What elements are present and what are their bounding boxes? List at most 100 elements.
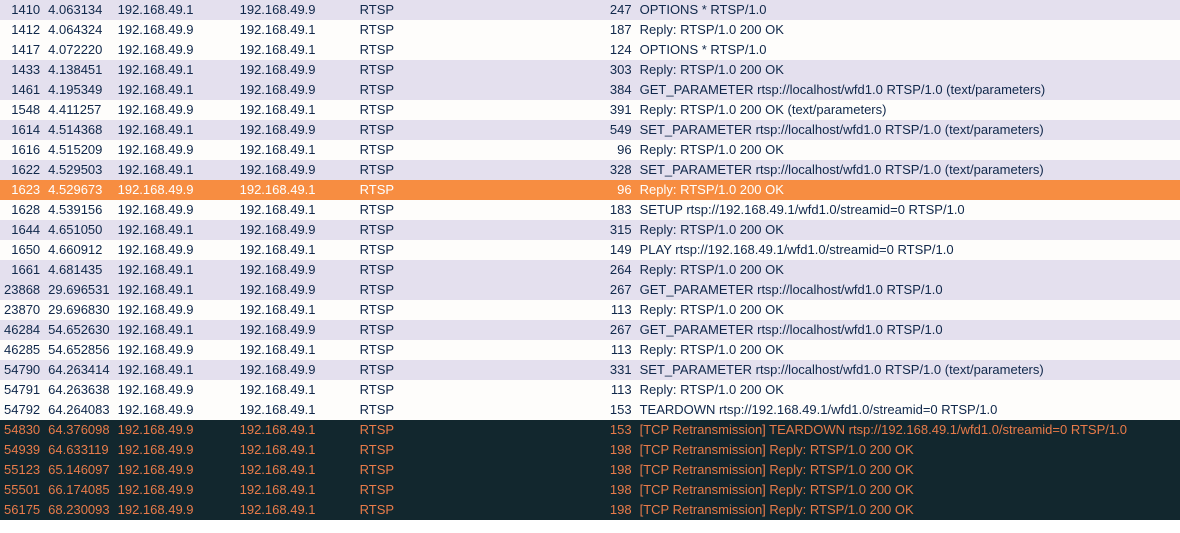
packet-row[interactable]: 5479064.263414192.168.49.1192.168.49.9RT… [0, 360, 1180, 380]
packet-row[interactable]: 2386829.696531192.168.49.1192.168.49.9RT… [0, 280, 1180, 300]
packet-length: 331 [576, 360, 636, 380]
packet-time: 29.696830 [44, 300, 113, 320]
packet-time: 65.146097 [44, 460, 113, 480]
packet-source: 192.168.49.9 [114, 460, 236, 480]
packet-time: 4.411257 [44, 100, 113, 120]
packet-source: 192.168.49.1 [114, 260, 236, 280]
packet-length: 187 [576, 20, 636, 40]
packet-row[interactable]: 14104.063134192.168.49.1192.168.49.9RTSP… [0, 0, 1180, 20]
packet-no: 55123 [0, 460, 44, 480]
packet-destination: 192.168.49.9 [236, 160, 356, 180]
packet-source: 192.168.49.1 [114, 80, 236, 100]
packet-no: 54791 [0, 380, 44, 400]
packet-protocol: RTSP [356, 280, 576, 300]
packet-row[interactable]: 16144.514368192.168.49.1192.168.49.9RTSP… [0, 120, 1180, 140]
packet-destination: 192.168.49.1 [236, 100, 356, 120]
packet-row[interactable]: 16234.529673192.168.49.9192.168.49.1RTSP… [0, 180, 1180, 200]
packet-protocol: RTSP [356, 160, 576, 180]
packet-row[interactable]: 16614.681435192.168.49.1192.168.49.9RTSP… [0, 260, 1180, 280]
packet-protocol: RTSP [356, 80, 576, 100]
packet-row[interactable]: 4628454.652630192.168.49.1192.168.49.9RT… [0, 320, 1180, 340]
packet-protocol: RTSP [356, 220, 576, 240]
packet-protocol: RTSP [356, 360, 576, 380]
packet-list-table[interactable]: 14104.063134192.168.49.1192.168.49.9RTSP… [0, 0, 1180, 520]
packet-protocol: RTSP [356, 380, 576, 400]
packet-source: 192.168.49.1 [114, 280, 236, 300]
packet-info: SETUP rtsp://192.168.49.1/wfd1.0/streami… [636, 200, 1180, 220]
packet-destination: 192.168.49.1 [236, 340, 356, 360]
packet-protocol: RTSP [356, 240, 576, 260]
packet-row[interactable]: 5479264.264083192.168.49.9192.168.49.1RT… [0, 400, 1180, 420]
packet-protocol: RTSP [356, 20, 576, 40]
packet-time: 4.064324 [44, 20, 113, 40]
packet-time: 68.230093 [44, 500, 113, 520]
packet-row[interactable]: 5512365.146097192.168.49.9192.168.49.1RT… [0, 460, 1180, 480]
packet-row[interactable]: 14334.138451192.168.49.1192.168.49.9RTSP… [0, 60, 1180, 80]
packet-source: 192.168.49.9 [114, 180, 236, 200]
packet-time: 64.263414 [44, 360, 113, 380]
packet-row[interactable]: 5550166.174085192.168.49.9192.168.49.1RT… [0, 480, 1180, 500]
packet-protocol: RTSP [356, 0, 576, 20]
packet-info: Reply: RTSP/1.0 200 OK [636, 260, 1180, 280]
packet-no: 1661 [0, 260, 44, 280]
packet-no: 1644 [0, 220, 44, 240]
packet-destination: 192.168.49.9 [236, 60, 356, 80]
packet-info: [TCP Retransmission] TEARDOWN rtsp://192… [636, 420, 1180, 440]
packet-source: 192.168.49.9 [114, 240, 236, 260]
packet-row[interactable]: 2387029.696830192.168.49.9192.168.49.1RT… [0, 300, 1180, 320]
packet-info: OPTIONS * RTSP/1.0 [636, 0, 1180, 20]
packet-no: 54830 [0, 420, 44, 440]
packet-length: 328 [576, 160, 636, 180]
packet-info: SET_PARAMETER rtsp://localhost/wfd1.0 RT… [636, 160, 1180, 180]
packet-source: 192.168.49.9 [114, 100, 236, 120]
packet-info: Reply: RTSP/1.0 200 OK [636, 300, 1180, 320]
packet-protocol: RTSP [356, 460, 576, 480]
packet-no: 54792 [0, 400, 44, 420]
packet-row[interactable]: 16444.651050192.168.49.1192.168.49.9RTSP… [0, 220, 1180, 240]
packet-source: 192.168.49.9 [114, 380, 236, 400]
packet-time: 4.063134 [44, 0, 113, 20]
packet-row[interactable]: 4628554.652856192.168.49.9192.168.49.1RT… [0, 340, 1180, 360]
packet-info: Reply: RTSP/1.0 200 OK (text/parameters) [636, 100, 1180, 120]
packet-no: 1417 [0, 40, 44, 60]
packet-destination: 192.168.49.1 [236, 240, 356, 260]
packet-source: 192.168.49.9 [114, 440, 236, 460]
packet-source: 192.168.49.9 [114, 300, 236, 320]
packet-source: 192.168.49.1 [114, 60, 236, 80]
packet-protocol: RTSP [356, 340, 576, 360]
packet-destination: 192.168.49.1 [236, 380, 356, 400]
packet-info: Reply: RTSP/1.0 200 OK [636, 20, 1180, 40]
packet-length: 149 [576, 240, 636, 260]
packet-row[interactable]: 14124.064324192.168.49.9192.168.49.1RTSP… [0, 20, 1180, 40]
packet-time: 66.174085 [44, 480, 113, 500]
packet-length: 124 [576, 40, 636, 60]
packet-row[interactable]: 5617568.230093192.168.49.9192.168.49.1RT… [0, 500, 1180, 520]
packet-source: 192.168.49.1 [114, 120, 236, 140]
packet-row[interactable]: 16284.539156192.168.49.9192.168.49.1RTSP… [0, 200, 1180, 220]
packet-source: 192.168.49.9 [114, 400, 236, 420]
packet-time: 4.514368 [44, 120, 113, 140]
packet-info: TEARDOWN rtsp://192.168.49.1/wfd1.0/stre… [636, 400, 1180, 420]
packet-time: 64.263638 [44, 380, 113, 400]
packet-source: 192.168.49.9 [114, 140, 236, 160]
packet-row[interactable]: 16164.515209192.168.49.9192.168.49.1RTSP… [0, 140, 1180, 160]
packet-no: 1650 [0, 240, 44, 260]
packet-info: PLAY rtsp://192.168.49.1/wfd1.0/streamid… [636, 240, 1180, 260]
packet-row[interactable]: 5479164.263638192.168.49.9192.168.49.1RT… [0, 380, 1180, 400]
packet-length: 113 [576, 300, 636, 320]
packet-info: Reply: RTSP/1.0 200 OK [636, 140, 1180, 160]
packet-row[interactable]: 14174.072220192.168.49.9192.168.49.1RTSP… [0, 40, 1180, 60]
packet-protocol: RTSP [356, 180, 576, 200]
packet-row[interactable]: 15484.411257192.168.49.9192.168.49.1RTSP… [0, 100, 1180, 120]
packet-length: 198 [576, 500, 636, 520]
packet-row[interactable]: 16224.529503192.168.49.1192.168.49.9RTSP… [0, 160, 1180, 180]
packet-time: 4.515209 [44, 140, 113, 160]
packet-row[interactable]: 5493964.633119192.168.49.9192.168.49.1RT… [0, 440, 1180, 460]
packet-info: Reply: RTSP/1.0 200 OK [636, 380, 1180, 400]
packet-row[interactable]: 16504.660912192.168.49.9192.168.49.1RTSP… [0, 240, 1180, 260]
packet-no: 23868 [0, 280, 44, 300]
packet-row[interactable]: 5483064.376098192.168.49.9192.168.49.1RT… [0, 420, 1180, 440]
packet-destination: 192.168.49.9 [236, 360, 356, 380]
packet-row[interactable]: 14614.195349192.168.49.1192.168.49.9RTSP… [0, 80, 1180, 100]
packet-no: 1623 [0, 180, 44, 200]
